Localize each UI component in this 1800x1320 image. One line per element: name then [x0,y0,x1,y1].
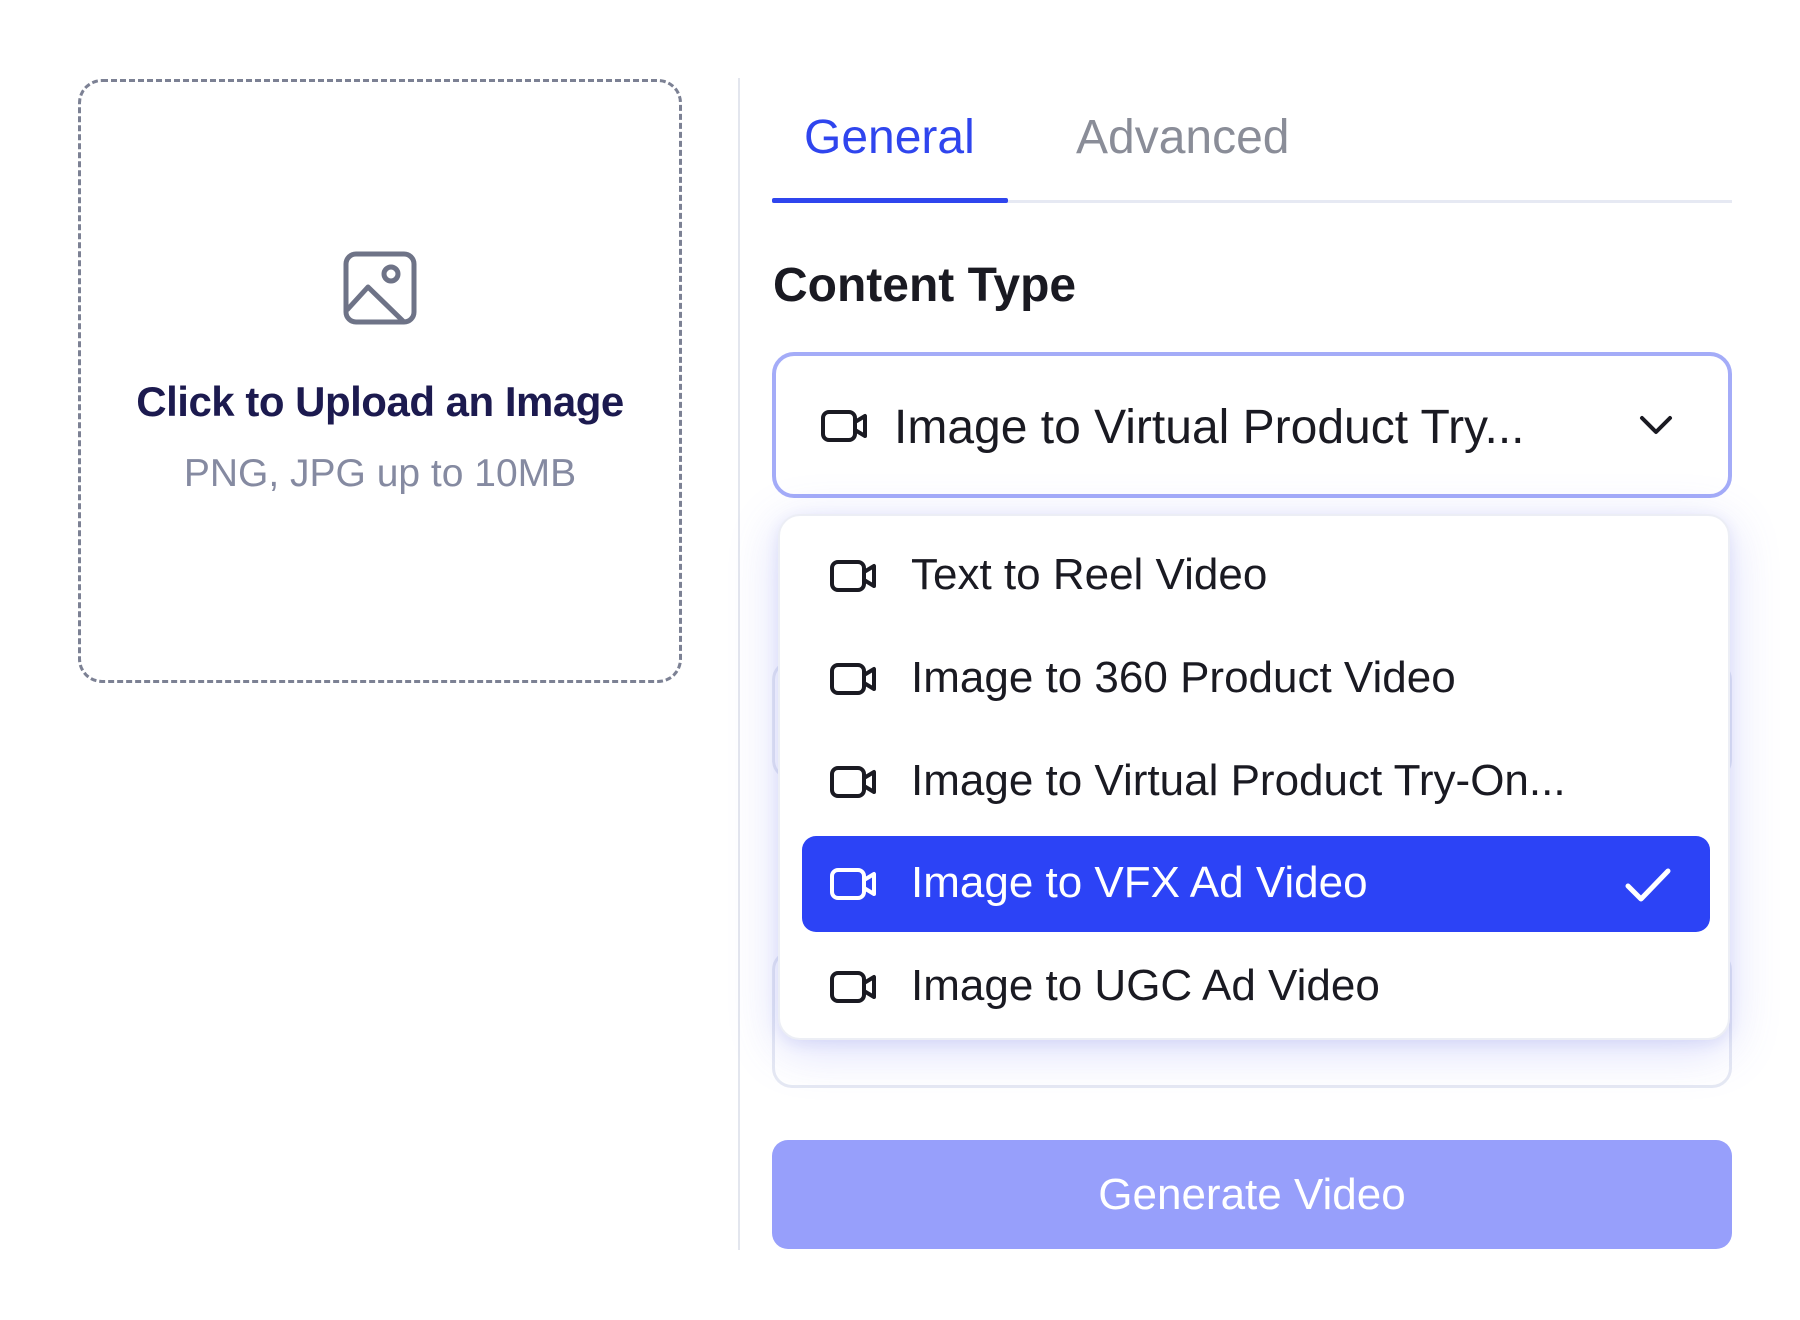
video-camera-icon [821,410,867,442]
video-camera-icon [830,766,876,798]
tab-advanced[interactable]: Advanced [1076,110,1290,165]
generate-video-button[interactable]: Generate Video [772,1140,1732,1249]
image-icon [343,251,417,325]
option-label: Image to UGC Ad Video [911,961,1380,1010]
chevron-down-icon [1640,416,1672,434]
image-upload-dropzone[interactable]: Click to Upload an Image PNG, JPG up to … [78,79,682,683]
content-type-selected-value: Image to Virtual Product Try... [894,401,1525,454]
content-type-select[interactable]: Image to Virtual Product Try... [772,352,1732,498]
panel-divider [738,78,740,1250]
tab-general[interactable]: General [804,110,975,165]
video-camera-icon [830,663,876,695]
checkmark-icon [1625,868,1671,902]
active-tab-indicator [772,198,1008,203]
option-label: Image to 360 Product Video [911,653,1456,702]
option-label: Text to Reel Video [911,550,1268,599]
settings-tabs: General Advanced [772,100,1732,203]
option-label: Image to VFX Ad Video [911,858,1368,907]
video-camera-icon [830,971,876,1003]
option-image-to-virtual-product-try-on[interactable]: Image to Virtual Product Try-On... [802,734,1710,830]
option-label: Image to Virtual Product Try-On... [911,756,1566,805]
video-camera-icon [830,560,876,592]
option-image-to-ugc-ad-video[interactable]: Image to UGC Ad Video [802,939,1710,1035]
video-generator-panel: Click to Upload an Image PNG, JPG up to … [0,0,1800,1320]
video-camera-icon [830,868,876,900]
option-image-to-vfx-ad-video[interactable]: Image to VFX Ad Video [802,836,1710,932]
option-text-to-reel-video[interactable]: Text to Reel Video [802,528,1710,624]
content-type-dropdown: Text to Reel Video Image to 360 Product … [778,514,1730,1040]
upload-hint: PNG, JPG up to 10MB [183,452,577,495]
content-type-heading: Content Type [773,259,1077,312]
option-image-to-360-product-video[interactable]: Image to 360 Product Video [802,631,1710,727]
upload-title: Click to Upload an Image [136,378,624,425]
